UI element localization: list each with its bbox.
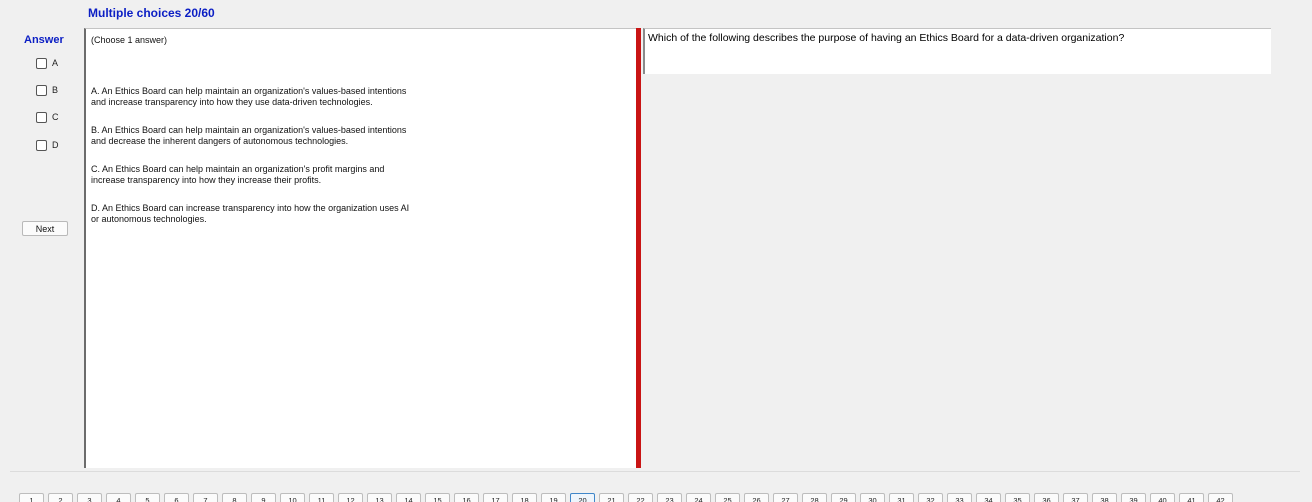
choice-line: C. An Ethics Board can help maintain an … [91, 164, 385, 174]
page-button[interactable]: 28 [802, 493, 827, 502]
instruction-text: (Choose 1 answer) [91, 35, 168, 45]
page-button[interactable]: 21 [599, 493, 624, 502]
page-button[interactable]: 37 [1063, 493, 1088, 502]
page-button[interactable]: 18 [512, 493, 537, 502]
choice-line: and decrease the inherent dangers of aut… [91, 136, 349, 146]
checkbox[interactable] [36, 139, 47, 151]
choice-line: or autonomous technologies. [91, 214, 207, 224]
checkbox[interactable] [36, 57, 47, 69]
page-button[interactable]: 17 [483, 493, 508, 502]
choice-line: D. An Ethics Board can increase transpar… [91, 203, 410, 213]
checkbox[interactable] [36, 111, 47, 123]
answer-option-label: C [52, 112, 59, 122]
page-button[interactable]: 13 [367, 493, 392, 502]
page-button[interactable]: 10 [280, 493, 305, 502]
choice-line: A. An Ethics Board can help maintain an … [91, 86, 407, 96]
page-button[interactable]: 6 [164, 493, 189, 502]
page-button[interactable]: 3 [77, 493, 102, 502]
answer-label: Answer [24, 34, 64, 46]
page-button[interactable]: 33 [947, 493, 972, 502]
page-button[interactable]: 8 [222, 493, 247, 502]
page-button[interactable]: 22 [628, 493, 653, 502]
answer-option-c[interactable]: C [36, 110, 59, 124]
checkbox[interactable] [36, 84, 47, 96]
page-button[interactable]: 9 [251, 493, 276, 502]
page-button[interactable]: 39 [1121, 493, 1146, 502]
page-button[interactable]: 23 [657, 493, 682, 502]
next-button[interactable]: Next [22, 221, 68, 236]
page-button[interactable]: 30 [860, 493, 885, 502]
choice-line: increase transparency into how they incr… [91, 175, 322, 185]
page-button[interactable]: 41 [1179, 493, 1204, 502]
choice-b: B. An Ethics Board can help maintain an … [91, 125, 511, 147]
question-pager: 1 2 3 4 5 6 7 8 9 10 11 12 13 14 15 16 17 18 19 20 21 22 23 24 2… [19, 493, 1299, 502]
page-button[interactable]: 1 [19, 493, 44, 502]
page-button[interactable]: 29 [831, 493, 856, 502]
page-button[interactable]: 31 [889, 493, 914, 502]
page-button[interactable]: 36 [1034, 493, 1059, 502]
page-button[interactable]: 32 [918, 493, 943, 502]
page-button[interactable]: 15 [425, 493, 450, 502]
choice-d: D. An Ethics Board can increase transpar… [91, 203, 511, 225]
panel-splitter[interactable] [636, 28, 641, 468]
question-text: Which of the following describes the pur… [648, 32, 1125, 44]
choice-a: A. An Ethics Board can help maintain an … [91, 86, 511, 108]
page-button[interactable]: 19 [541, 493, 566, 502]
question-panel: Which of the following describes the pur… [643, 28, 1271, 74]
page-button[interactable]: 24 [686, 493, 711, 502]
page-button[interactable]: 14 [396, 493, 421, 502]
answer-option-label: D [52, 140, 59, 150]
divider [10, 471, 1300, 472]
page-button[interactable]: 20 [570, 493, 595, 502]
page-button[interactable]: 12 [338, 493, 363, 502]
page-button[interactable]: 26 [744, 493, 769, 502]
answer-option-label: A [52, 58, 59, 68]
page-button[interactable]: 40 [1150, 493, 1175, 502]
page-button[interactable]: 38 [1092, 493, 1117, 502]
page-title: Multiple choices 20/60 [88, 6, 215, 20]
choice-line: and increase transparency into how they … [91, 97, 373, 107]
page-button[interactable]: 11 [309, 493, 334, 502]
page-button[interactable]: 2 [48, 493, 73, 502]
page-button[interactable]: 35 [1005, 493, 1030, 502]
page-button[interactable]: 42 [1208, 493, 1233, 502]
page-button[interactable]: 5 [135, 493, 160, 502]
choices-panel[interactable]: (Choose 1 answer) A. An Ethics Board can… [84, 28, 636, 468]
page-button[interactable]: 16 [454, 493, 479, 502]
page-button[interactable]: 25 [715, 493, 740, 502]
choice-line: B. An Ethics Board can help maintain an … [91, 125, 407, 135]
answer-option-a[interactable]: A [36, 56, 58, 70]
page-button[interactable]: 4 [106, 493, 131, 502]
page-button[interactable]: 7 [193, 493, 218, 502]
answer-option-b[interactable]: B [36, 83, 58, 97]
answer-option-label: B [52, 85, 59, 95]
answer-option-d[interactable]: D [36, 138, 59, 152]
page-button[interactable]: 27 [773, 493, 798, 502]
choice-c: C. An Ethics Board can help maintain an … [91, 164, 511, 186]
page-button[interactable]: 34 [976, 493, 1001, 502]
